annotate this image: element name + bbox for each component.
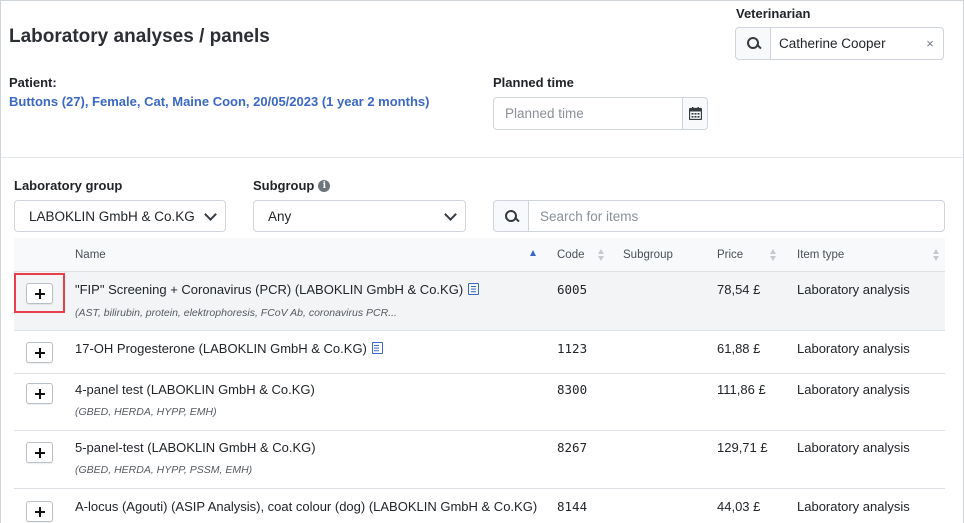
item-price: 129,71 £ [717, 440, 768, 455]
column-header-code[interactable]: Code [557, 249, 585, 261]
planned-time-label: Planned time [493, 75, 574, 90]
item-price: 44,03 £ [717, 499, 761, 514]
veterinarian-value[interactable]: Catherine Cooper [771, 28, 917, 59]
item-code: 1123 [557, 341, 588, 356]
veterinarian-field[interactable]: Catherine Cooper × [735, 27, 944, 60]
table-row: 5-panel-test (LABOKLIN GmbH & Co.KG) (GB… [14, 431, 945, 489]
table-row: 4-panel test (LABOKLIN GmbH & Co.KG) (GB… [14, 374, 945, 431]
column-header-name[interactable]: Name [75, 249, 106, 261]
sort-icon[interactable] [933, 249, 940, 262]
item-details: (GBED, HERDA, HYPP, EMH) [75, 406, 217, 418]
calendar-icon [688, 107, 702, 120]
item-search-field[interactable] [493, 200, 945, 232]
item-type: Laboratory analysis [797, 382, 910, 397]
patient-label: Patient: [9, 75, 57, 90]
item-price: 111,86 £ [717, 382, 766, 397]
item-price: 78,54 £ [717, 282, 761, 297]
table-row: A-locus (Agouti) (ASIP Analysis), coat c… [14, 489, 945, 523]
patient-link[interactable]: Buttons (27), Female, Cat, Maine Coon, 2… [9, 94, 429, 109]
subgroup-label-wrap: Subgroup i [253, 178, 331, 193]
item-type: Laboratory analysis [797, 499, 910, 514]
clear-icon[interactable]: × [917, 28, 943, 59]
laboratory-group-label: Laboratory group [14, 178, 123, 193]
add-item-button[interactable] [26, 283, 53, 304]
planned-time-field[interactable] [493, 97, 708, 130]
item-name[interactable]: 17-OH Progesterone (LABOKLIN GmbH & Co.K… [75, 341, 383, 356]
add-item-button[interactable] [26, 342, 53, 363]
sort-icon[interactable] [598, 249, 605, 262]
table-header: Name Code Subgroup Price Item type [14, 238, 945, 272]
subgroup-label: Subgroup [253, 178, 315, 193]
laboratory-group-selected: LABOKLIN GmbH & Co.KG [29, 208, 195, 224]
sort-ascending-icon[interactable] [530, 250, 536, 256]
chevron-down-icon [444, 207, 457, 221]
search-icon [504, 209, 518, 223]
item-name[interactable]: 5-panel-test (LABOKLIN GmbH & Co.KG) [75, 440, 316, 455]
item-search-button[interactable] [494, 201, 529, 231]
item-name[interactable]: "FIP" Screening + Coronavirus (PCR) (LAB… [75, 282, 480, 297]
item-details: (GBED, HERDA, HYPP, PSSM, EMH) [75, 464, 253, 476]
table-row: "FIP" Screening + Coronavirus (PCR) (LAB… [14, 272, 945, 331]
document-icon[interactable] [371, 342, 383, 354]
item-code: 8300 [557, 382, 588, 397]
table-row: 17-OH Progesterone (LABOKLIN GmbH & Co.K… [14, 331, 945, 374]
plus-icon [34, 347, 45, 358]
item-details: (AST, bilirubin, protein, elektrophoresi… [75, 307, 397, 319]
item-name[interactable]: A-locus (Agouti) (ASIP Analysis), coat c… [75, 499, 537, 514]
info-icon[interactable]: i [318, 179, 331, 192]
laboratory-group-select[interactable]: LABOKLIN GmbH & Co.KG [14, 200, 226, 232]
search-icon [746, 37, 760, 50]
item-code: 6005 [557, 282, 588, 297]
item-type: Laboratory analysis [797, 282, 910, 297]
add-item-button[interactable] [26, 383, 53, 404]
column-header-subgroup[interactable]: Subgroup [623, 249, 673, 261]
subgroup-select[interactable]: Any [253, 200, 466, 232]
plus-icon [34, 447, 45, 458]
page-title: Laboratory analyses / panels [9, 26, 270, 47]
item-code: 8144 [557, 499, 588, 514]
add-item-button[interactable] [26, 501, 53, 522]
item-type: Laboratory analysis [797, 341, 910, 356]
veterinarian-search-button[interactable] [736, 28, 771, 59]
column-header-item-type[interactable]: Item type [797, 249, 844, 261]
plus-icon [34, 388, 45, 399]
plus-icon [34, 506, 45, 517]
column-header-price[interactable]: Price [717, 249, 743, 261]
sort-icon[interactable] [770, 249, 777, 262]
item-search-input[interactable] [529, 201, 944, 231]
calendar-button[interactable] [682, 98, 707, 129]
veterinarian-label: Veterinarian [736, 6, 811, 21]
item-name[interactable]: 4-panel test (LABOKLIN GmbH & Co.KG) [75, 382, 315, 397]
add-item-button[interactable] [26, 442, 53, 463]
plus-icon [34, 288, 45, 299]
item-type: Laboratory analysis [797, 440, 910, 455]
document-icon[interactable] [468, 283, 480, 295]
subgroup-selected: Any [268, 208, 292, 224]
chevron-down-icon [204, 207, 217, 221]
planned-time-input[interactable] [494, 98, 682, 129]
item-code: 8267 [557, 440, 588, 455]
section-divider [1, 157, 963, 158]
item-price: 61,88 £ [717, 341, 761, 356]
